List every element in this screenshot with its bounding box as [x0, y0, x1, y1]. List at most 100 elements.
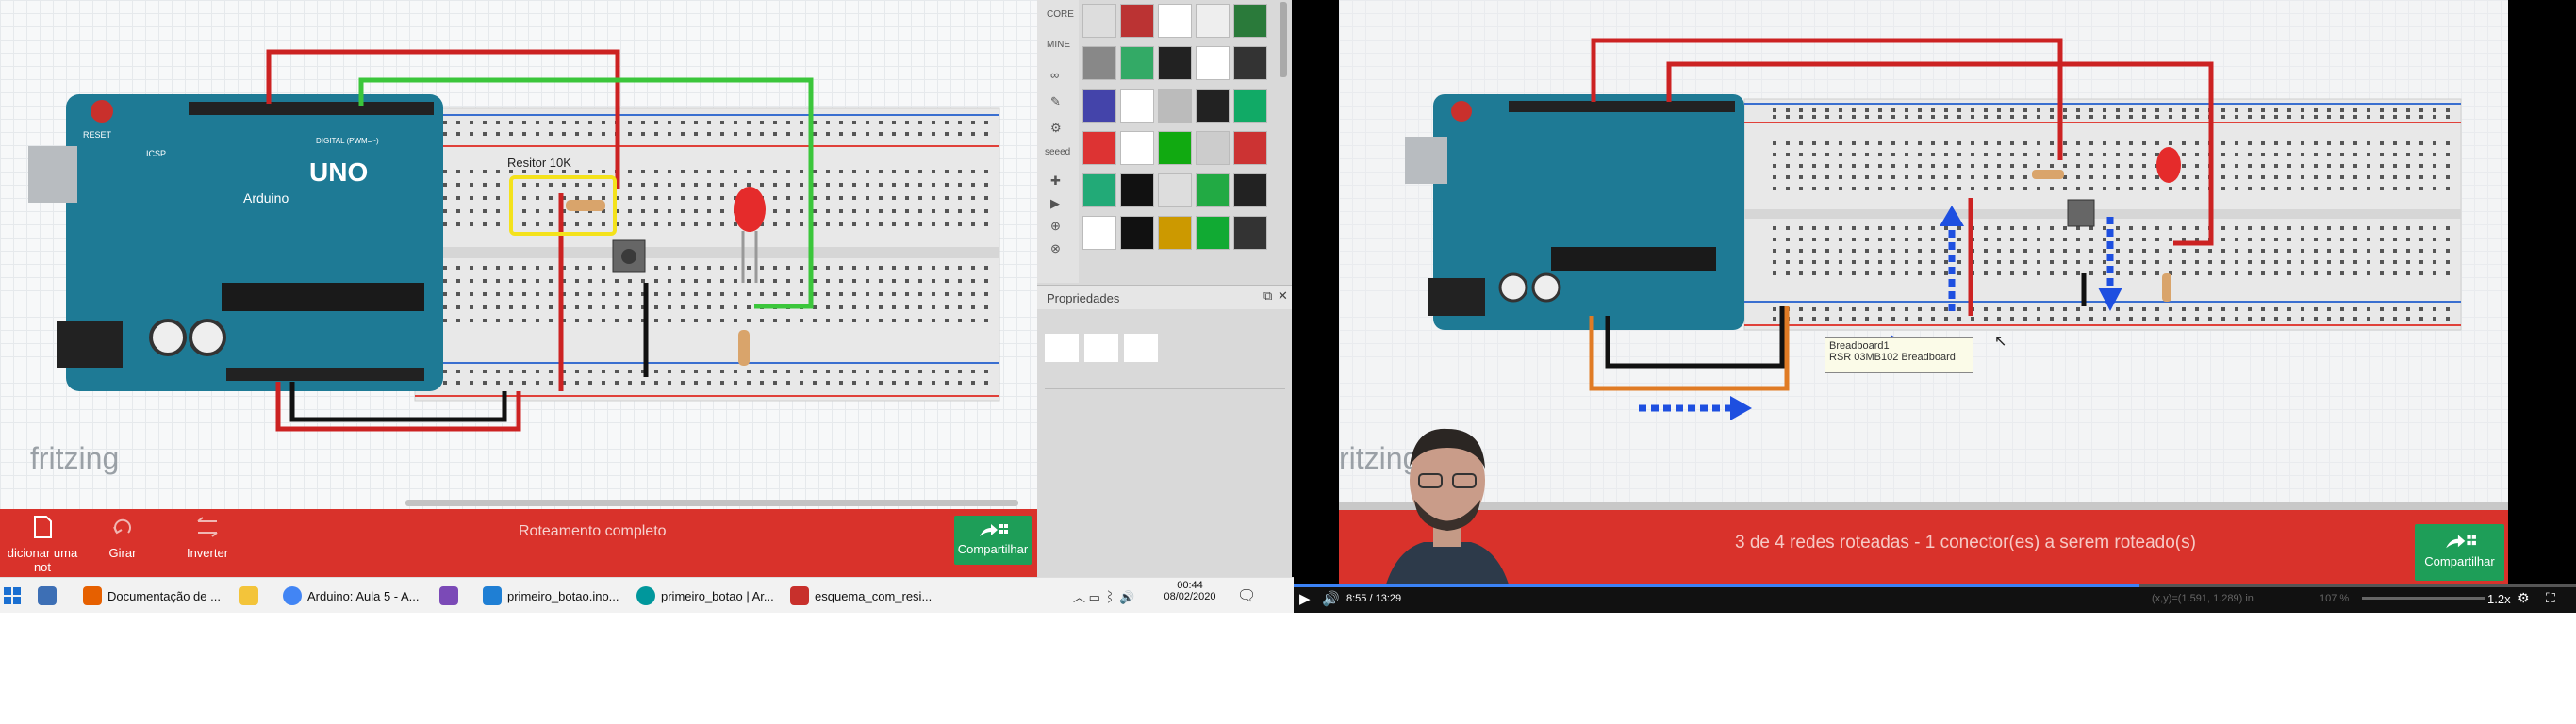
- part-thumbnail[interactable]: [1158, 89, 1192, 123]
- right-arrow-1: [1730, 396, 1752, 420]
- part-thumbnail[interactable]: [1158, 216, 1192, 250]
- right-fritzing-canvas[interactable]: Breadboard1 RSR 03MB102 Breadboard ↖ rit…: [1339, 0, 2508, 613]
- part-thumbnail[interactable]: [1233, 131, 1267, 165]
- part-thumbnail[interactable]: [1082, 131, 1116, 165]
- category-arduino[interactable]: ∞: [1050, 68, 1059, 82]
- add-note-tool[interactable]: dicionar uma not: [0, 514, 85, 574]
- part-thumbnail[interactable]: [1158, 131, 1192, 165]
- horizontal-scrollbar[interactable]: [405, 500, 1018, 506]
- taskbar-arduino[interactable]: primeiro_botao | Ar...: [636, 578, 774, 614]
- property-swatch-1[interactable]: [1045, 334, 1079, 362]
- properties-divider: [1045, 388, 1285, 389]
- left-share-button[interactable]: Compartilhar: [954, 516, 1032, 565]
- part-thumbnail[interactable]: [1196, 216, 1230, 250]
- fritzing-icon: [790, 586, 809, 605]
- category-seeed[interactable]: seeed: [1045, 147, 1070, 157]
- analog-header: [226, 368, 424, 381]
- board-brand-label: Arduino: [243, 190, 289, 206]
- notification-icon[interactable]: 🗨: [1237, 578, 1256, 614]
- reset-label: RESET: [83, 130, 112, 140]
- part-thumbnail[interactable]: [1082, 4, 1116, 38]
- taskbar-fritzing[interactable]: esquema_com_resi...: [790, 578, 932, 614]
- part-thumbnail[interactable]: [1233, 4, 1267, 38]
- taskbar-firefox[interactable]: Documentação de ...: [83, 578, 221, 614]
- fullscreen-icon[interactable]: ⛶: [2546, 590, 2555, 606]
- settings-gear-icon[interactable]: ⚙: [2518, 590, 2530, 606]
- tooltip-subtitle: RSR 03MB102 Breadboard: [1829, 352, 1956, 363]
- category-play[interactable]: ▶: [1050, 196, 1060, 211]
- part-thumbnail[interactable]: [1196, 173, 1230, 207]
- part-thumbnail[interactable]: [1158, 173, 1192, 207]
- coordinates-readout: (x,y)=(1.591, 1.289) in: [2152, 593, 2254, 604]
- windows-taskbar: Documentação de ... Arduino: Aula 5 - A.…: [0, 577, 1294, 613]
- right-share-icon: [2445, 535, 2476, 549]
- part-thumbnail[interactable]: [1120, 131, 1154, 165]
- property-swatch-2[interactable]: [1084, 334, 1118, 362]
- part-thumbnail[interactable]: [1158, 46, 1192, 80]
- part-thumbnail[interactable]: [1196, 131, 1230, 165]
- part-thumbnail[interactable]: [1158, 4, 1192, 38]
- right-share-button[interactable]: Compartilhar: [2415, 524, 2504, 581]
- part-thumbnail[interactable]: [1120, 173, 1154, 207]
- taskbar-arduino-label: primeiro_botao | Ar...: [661, 588, 774, 603]
- taskbar-explorer[interactable]: [239, 578, 264, 614]
- parts-scrollbar[interactable]: [1280, 2, 1287, 77]
- float-icon[interactable]: ⧉: [1263, 288, 1272, 304]
- separator-black: [1292, 0, 1339, 584]
- network-app-icon[interactable]: [38, 578, 62, 614]
- part-thumbnail[interactable]: [1082, 46, 1116, 80]
- left-fritzing-canvas[interactable]: Resitor 10K UNO Arduino RESET ICSP DIGIT…: [0, 0, 1037, 584]
- category-more[interactable]: ⊗: [1050, 241, 1061, 256]
- part-thumbnail[interactable]: [1082, 173, 1116, 207]
- part-thumbnail[interactable]: [1233, 216, 1267, 250]
- part-thumbnail[interactable]: [1120, 4, 1154, 38]
- mouse-cursor-icon: ↖: [1994, 334, 2007, 350]
- close-icon[interactable]: ✕: [1278, 288, 1288, 304]
- flip-label: Inverter: [186, 546, 229, 560]
- parts-palette-grid: [1082, 4, 1271, 277]
- part-thumbnail[interactable]: [1082, 216, 1116, 250]
- category-sparkfun[interactable]: ✎: [1050, 94, 1061, 109]
- part-thumbnail[interactable]: [1233, 173, 1267, 207]
- clock[interactable]: 00:44 08/02/2020: [1162, 580, 1218, 602]
- icsp-label: ICSP: [146, 149, 167, 158]
- video-progress-fill: [1292, 584, 2139, 587]
- speed-readout[interactable]: 1.2x: [2487, 592, 2511, 606]
- part-thumbnail[interactable]: [1120, 46, 1154, 80]
- flip-tool[interactable]: Inverter: [165, 514, 250, 560]
- system-tray-icons[interactable]: ︿ ▭ ⌇ 🔊: [1073, 578, 1134, 614]
- zoom-slider[interactable]: [2362, 597, 2485, 600]
- video-time: 8:55 / 13:29: [1346, 593, 1402, 604]
- rotate-icon: [113, 518, 131, 535]
- part-thumbnail[interactable]: [1196, 46, 1230, 80]
- right-share-label: Compartilhar: [2424, 554, 2495, 568]
- flip-icon: [197, 517, 218, 537]
- taskbar-chrome[interactable]: Arduino: Aula 5 - A...: [283, 578, 420, 614]
- right-scrollbar[interactable]: [1339, 502, 2508, 510]
- rotate-tool[interactable]: Girar: [80, 514, 165, 560]
- property-swatch-3[interactable]: [1124, 334, 1158, 362]
- left-routing-status: Roteamento completo: [519, 523, 667, 539]
- part-thumbnail[interactable]: [1233, 46, 1267, 80]
- volume-icon[interactable]: 🔊: [1322, 590, 1340, 607]
- part-thumbnail[interactable]: [1120, 216, 1154, 250]
- part-thumbnail[interactable]: [1082, 89, 1116, 123]
- start-button[interactable]: [4, 578, 21, 614]
- category-snootlab[interactable]: ⚙: [1050, 121, 1062, 136]
- category-core[interactable]: CORE: [1047, 9, 1074, 20]
- taskbar-visual-studio[interactable]: [439, 578, 464, 614]
- part-thumbnail[interactable]: [1196, 4, 1230, 38]
- category-contrib[interactable]: ✚: [1050, 173, 1061, 189]
- category-mine[interactable]: MINE: [1047, 40, 1070, 50]
- taskbar-vscode[interactable]: primeiro_botao.ino...: [483, 578, 619, 614]
- tooltip-title: Breadboard1: [1829, 340, 1890, 352]
- right-routing-status: 3 de 4 redes roteadas - 1 conector(es) a…: [1735, 533, 2196, 552]
- red-led: [734, 187, 766, 232]
- category-lilypad[interactable]: ⊕: [1050, 219, 1061, 234]
- digital-label: DIGITAL (PWM=~): [316, 137, 379, 145]
- part-thumbnail[interactable]: [1196, 89, 1230, 123]
- play-icon[interactable]: ▶: [1299, 590, 1311, 607]
- part-thumbnail[interactable]: [1120, 89, 1154, 123]
- usb-port: [28, 146, 77, 203]
- part-thumbnail[interactable]: [1233, 89, 1267, 123]
